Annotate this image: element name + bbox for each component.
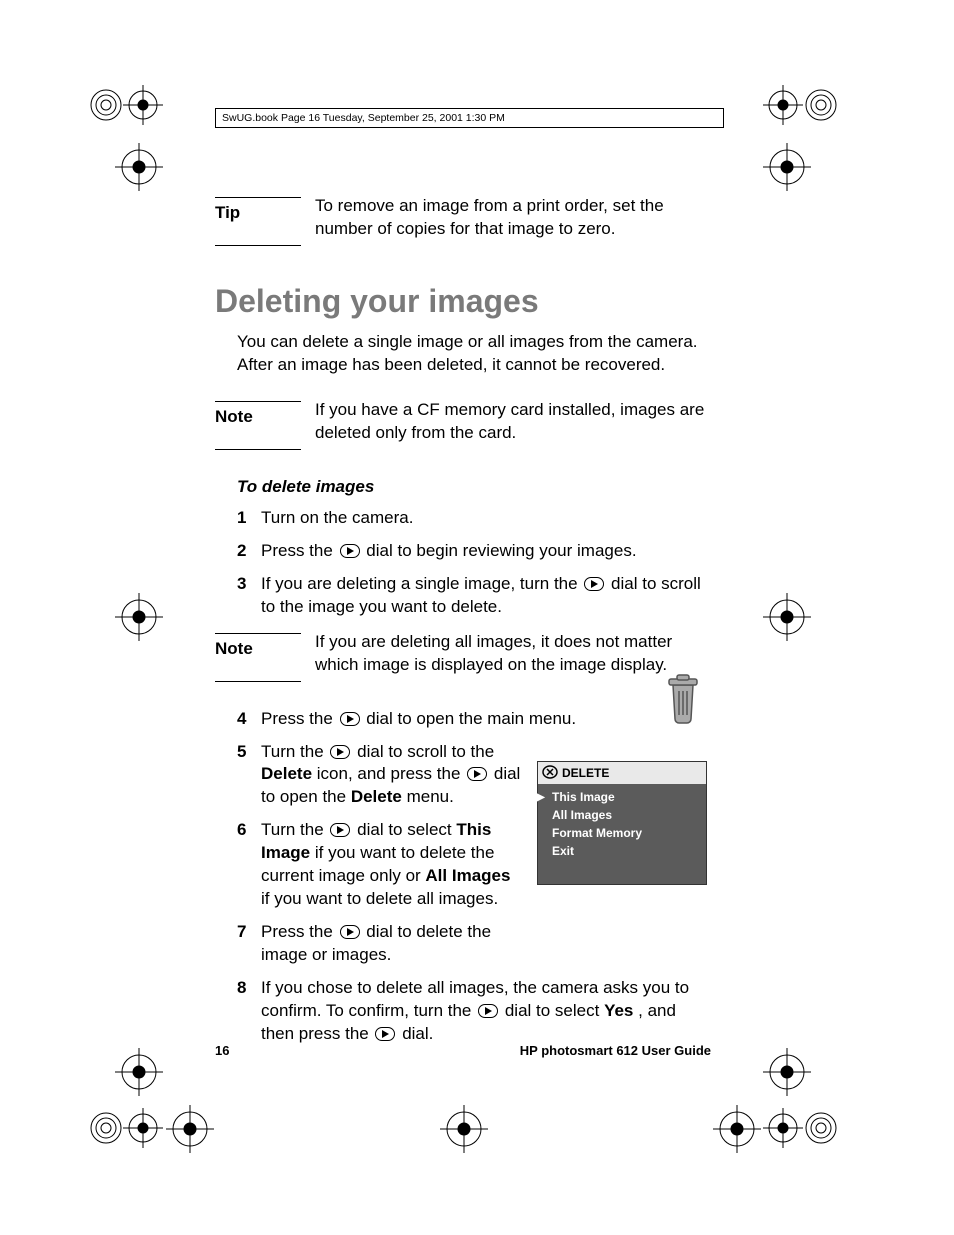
step-text: Press the dial to open the main menu. [261,708,711,731]
page-footer: 16 HP photosmart 612 User Guide [215,1042,711,1060]
lcd-header: DELETE [538,762,706,784]
tip-body: To remove an image from a print order, s… [315,195,711,250]
crop-mark-icon [763,1108,803,1148]
note-label: Note [215,638,315,661]
play-dial-icon [375,1027,395,1041]
trash-icon [542,764,558,784]
page-container: SwUG.book Page 16 Tuesday, September 25,… [0,0,954,1235]
crop-mark-icon [123,1108,163,1148]
intro-text: You can delete a single image or all ima… [237,331,711,377]
page-number: 16 [215,1042,229,1060]
crop-mark-icon [763,1048,811,1096]
lcd-menu-item: Exit [542,842,706,860]
note-block: Note If you have a CF memory card instal… [215,399,711,454]
step-4: 4 Press the dial to open the main menu. [237,708,711,731]
note-block: Note If you are deleting all images, it … [215,631,711,686]
crop-mark-icon [763,143,811,191]
rosette-icon [804,88,838,122]
step-8: 8 If you chose to delete all images, the… [237,977,711,1046]
step-text: If you chose to delete all images, the c… [261,977,711,1046]
lcd-menu-item: Format Memory [542,824,706,842]
play-dial-icon [330,745,350,759]
lcd-menu-item: All Images [542,806,706,824]
rosette-icon [804,1111,838,1145]
lcd-menu-item: This Image [542,788,706,806]
crop-mark-icon [123,85,163,125]
play-dial-icon [340,925,360,939]
crop-mark-icon [115,1048,163,1096]
step-text: If you are deleting a single image, turn… [261,573,711,619]
play-dial-icon [467,767,487,781]
camera-lcd-delete-menu: DELETE ▶ This Image All Images Format Me… [537,761,707,885]
note-body: If you are deleting all images, it does … [315,631,711,686]
steps-list: 1 Turn on the camera. 2 Press the dial t… [237,507,711,619]
play-dial-icon [340,544,360,558]
step-7: 7 Press the dial to delete the image or … [237,921,711,967]
crop-mark-icon [440,1105,488,1153]
section-heading: Deleting your images [215,280,711,323]
crop-mark-icon [713,1105,761,1153]
step-text: Press the dial to delete the image or im… [261,921,711,967]
crop-mark-icon [763,593,811,641]
step-3: 3 If you are deleting a single image, tu… [237,573,711,619]
procedure-heading: To delete images [237,476,711,499]
rosette-icon [89,88,123,122]
crop-mark-icon [763,85,803,125]
tip-label: Tip [215,202,315,225]
crop-mark-icon [115,143,163,191]
selection-pointer-icon: ▶ [537,790,545,805]
play-dial-icon [340,712,360,726]
play-dial-icon [478,1004,498,1018]
footer-title: HP photosmart 612 User Guide [520,1042,711,1060]
note-body: If you have a CF memory card installed, … [315,399,711,454]
step-text: Turn on the camera. [261,507,711,530]
crop-mark-icon [166,1105,214,1153]
step-text: Press the dial to begin reviewing your i… [261,540,711,563]
step-1: 1 Turn on the camera. [237,507,711,530]
rosette-icon [89,1111,123,1145]
play-dial-icon [584,577,604,591]
header-text: SwUG.book Page 16 Tuesday, September 25,… [222,111,505,125]
crop-mark-icon [115,593,163,641]
delete-trash-icon [659,673,707,734]
play-dial-icon [330,823,350,837]
page-header: SwUG.book Page 16 Tuesday, September 25,… [215,108,724,128]
note-label: Note [215,406,315,429]
step-2: 2 Press the dial to begin reviewing your… [237,540,711,563]
tip-block: Tip To remove an image from a print orde… [215,195,711,250]
